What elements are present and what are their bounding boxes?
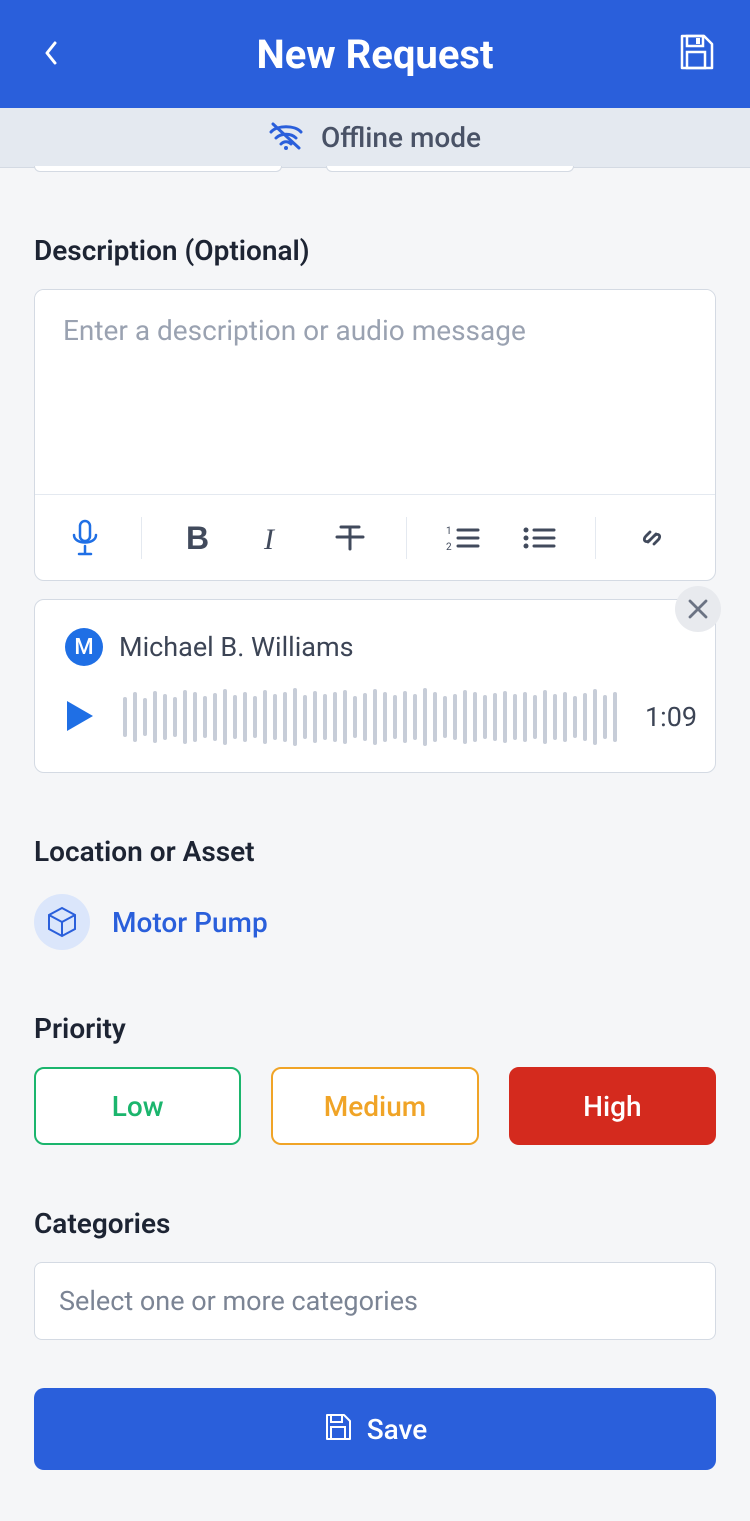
strikethrough-icon[interactable] <box>330 518 370 558</box>
priority-high-button[interactable]: High <box>509 1067 716 1145</box>
save-button-label: Save <box>367 1413 428 1446</box>
app-header: New Request <box>0 0 750 108</box>
editor-toolbar: B I 1 2 <box>35 494 715 580</box>
priority-low-button[interactable]: Low <box>34 1067 241 1145</box>
asset-row[interactable]: Motor Pump <box>34 894 716 950</box>
play-icon[interactable] <box>65 699 95 735</box>
location-label: Location or Asset <box>34 835 716 868</box>
wifi-off-icon <box>269 122 303 154</box>
save-icon <box>323 1412 353 1446</box>
page-title: New Request <box>0 31 750 78</box>
description-label: Description (Optional) <box>34 234 716 267</box>
audio-waveform[interactable] <box>123 688 617 746</box>
microphone-icon[interactable] <box>65 518 105 558</box>
unordered-list-icon[interactable] <box>519 518 559 558</box>
back-button[interactable] <box>44 38 58 70</box>
description-textarea[interactable] <box>35 290 715 490</box>
avatar: M <box>65 628 103 666</box>
cube-icon <box>34 894 90 950</box>
asset-name: Motor Pump <box>112 906 268 939</box>
save-button[interactable]: Save <box>34 1388 716 1470</box>
svg-text:B: B <box>186 523 209 553</box>
description-box: B I 1 2 <box>34 289 716 581</box>
categories-input[interactable] <box>34 1262 716 1340</box>
link-icon[interactable] <box>632 518 672 558</box>
svg-text:I: I <box>263 523 276 553</box>
priority-medium-button[interactable]: Medium <box>271 1067 478 1145</box>
audio-duration: 1:09 <box>645 701 697 733</box>
italic-icon[interactable]: I <box>254 518 294 558</box>
audio-message-card: M Michael B. Williams 1:09 <box>34 599 716 773</box>
categories-label: Categories <box>34 1207 716 1240</box>
ordered-list-icon[interactable]: 1 2 <box>443 518 483 558</box>
audio-author: Michael B. Williams <box>119 631 354 663</box>
offline-label: Offline mode <box>321 121 481 154</box>
bold-icon[interactable]: B <box>178 518 218 558</box>
svg-text:1: 1 <box>446 526 452 537</box>
close-icon[interactable] <box>675 586 721 632</box>
svg-text:2: 2 <box>446 542 452 552</box>
offline-bar: Offline mode <box>0 108 750 168</box>
save-icon-button[interactable] <box>676 32 716 76</box>
priority-label: Priority <box>34 1012 716 1045</box>
partial-cutoff-row <box>0 166 750 172</box>
